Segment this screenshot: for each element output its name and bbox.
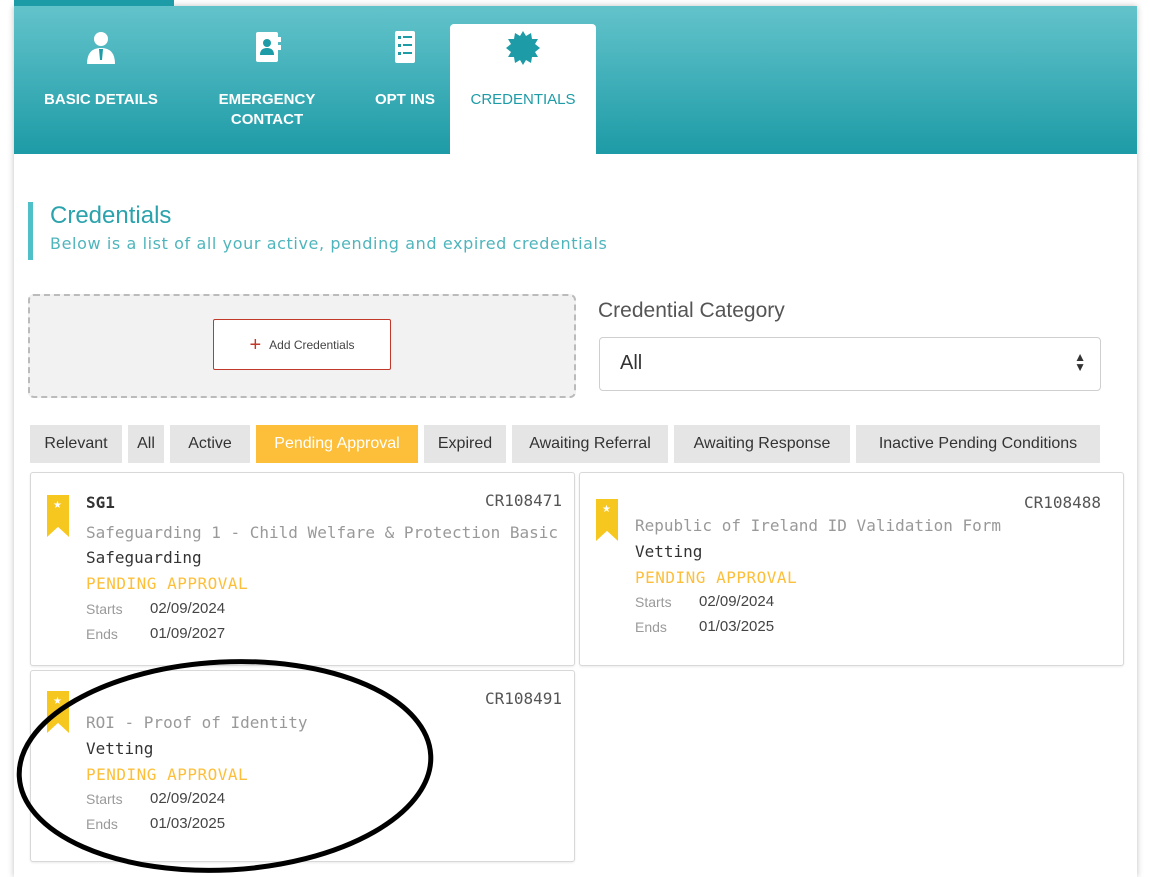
credential-status: PENDING APPROVAL (86, 574, 249, 593)
tab-basic-details[interactable]: BASIC DETAILS (26, 24, 176, 154)
section-header: Credentials Below is a list of all your … (28, 202, 608, 260)
tab-label: OPT INS (374, 91, 435, 108)
page-title: Credentials (50, 202, 172, 229)
page-subtitle: Below is a list of all your active, pend… (50, 234, 608, 253)
category-selected-value: All (620, 352, 643, 374)
credential-name: Safeguarding 1 - Child Welfare & Protect… (86, 523, 566, 542)
start-date: 02/09/2024 (150, 600, 226, 617)
credential-name: Republic of Ireland ID Validation Form (635, 516, 1002, 535)
filter-pending-approval[interactable]: Pending Approval (256, 425, 418, 463)
credential-card[interactable]: ★ CR108491 ROI - Proof of Identity Vetti… (30, 670, 575, 862)
category-label: Credential Category (598, 299, 785, 322)
category-select[interactable]: All ▲ ▼ (599, 337, 1101, 391)
ends-label: Ends (635, 619, 667, 635)
ends-label: Ends (86, 626, 118, 642)
plus-icon: + (249, 333, 262, 356)
filter-all[interactable]: All (128, 425, 164, 463)
credential-category: Safeguarding (86, 548, 202, 567)
filter-active[interactable]: Active (170, 425, 250, 463)
app-frame: BASIC DETAILS EMERGENCY CONTACT OPT INS … (14, 0, 1137, 877)
credential-id: CR108471 (484, 491, 562, 510)
tab-label-line2: CONTACT (230, 111, 304, 128)
starts-label: Starts (86, 601, 123, 617)
start-date: 02/09/2024 (699, 593, 775, 610)
tab-label: BASIC DETAILS (44, 91, 158, 108)
add-credentials-button[interactable]: + Add Credentials (213, 319, 391, 370)
tab-emergency-contact[interactable]: EMERGENCY CONTACT (202, 24, 332, 154)
contact-book-icon (256, 32, 281, 62)
add-credentials-label: Add Credentials (269, 337, 355, 352)
checklist-icon (395, 31, 415, 63)
profile-tabs-bar: BASIC DETAILS EMERGENCY CONTACT OPT INS … (14, 6, 1137, 154)
ends-label: Ends (86, 816, 118, 832)
bookmark-ribbon-icon: ★ (596, 499, 618, 541)
filter-expired[interactable]: Expired (424, 425, 506, 463)
user-icon (87, 32, 115, 64)
credential-status: PENDING APPROVAL (635, 568, 798, 587)
tab-label: EMERGENCY CONTACT (202, 90, 332, 130)
tab-credentials[interactable]: CREDENTIALS (450, 24, 596, 154)
filter-relevant[interactable]: Relevant (30, 425, 122, 463)
credential-name: ROI - Proof of Identity (86, 713, 308, 732)
credential-category: Vetting (635, 542, 703, 561)
credential-category: Vetting (86, 739, 154, 758)
add-credentials-dropzone: + Add Credentials (28, 294, 576, 398)
credential-status: PENDING APPROVAL (86, 765, 249, 784)
credential-card[interactable]: ★ SG1 CR108471 Safeguarding 1 - Child We… (30, 472, 575, 666)
select-arrows-icon: ▲ ▼ (1074, 350, 1086, 374)
filter-inactive-pending-conditions[interactable]: Inactive Pending Conditions (856, 425, 1100, 463)
start-date: 02/09/2024 (150, 790, 226, 807)
end-date: 01/03/2025 (699, 618, 775, 635)
starts-label: Starts (635, 594, 672, 610)
credential-code: SG1 (86, 493, 115, 512)
bookmark-ribbon-icon: ★ (47, 691, 69, 733)
bookmark-ribbon-icon: ★ (47, 495, 69, 537)
end-date: 01/09/2027 (150, 625, 226, 642)
tab-label: CREDENTIALS (470, 91, 576, 108)
filter-awaiting-referral[interactable]: Awaiting Referral (512, 425, 668, 463)
badge-icon (506, 31, 540, 65)
starts-label: Starts (86, 791, 123, 807)
end-date: 01/03/2025 (150, 815, 226, 832)
filter-awaiting-response[interactable]: Awaiting Response (674, 425, 850, 463)
tab-opt-ins[interactable]: OPT INS (360, 24, 450, 154)
credential-id: CR108491 (484, 689, 562, 708)
credential-card[interactable]: ★ CR108488 Republic of Ireland ID Valida… (579, 472, 1124, 666)
credential-id: CR108488 (1023, 493, 1101, 512)
tab-label-line1: EMERGENCY (218, 91, 316, 108)
